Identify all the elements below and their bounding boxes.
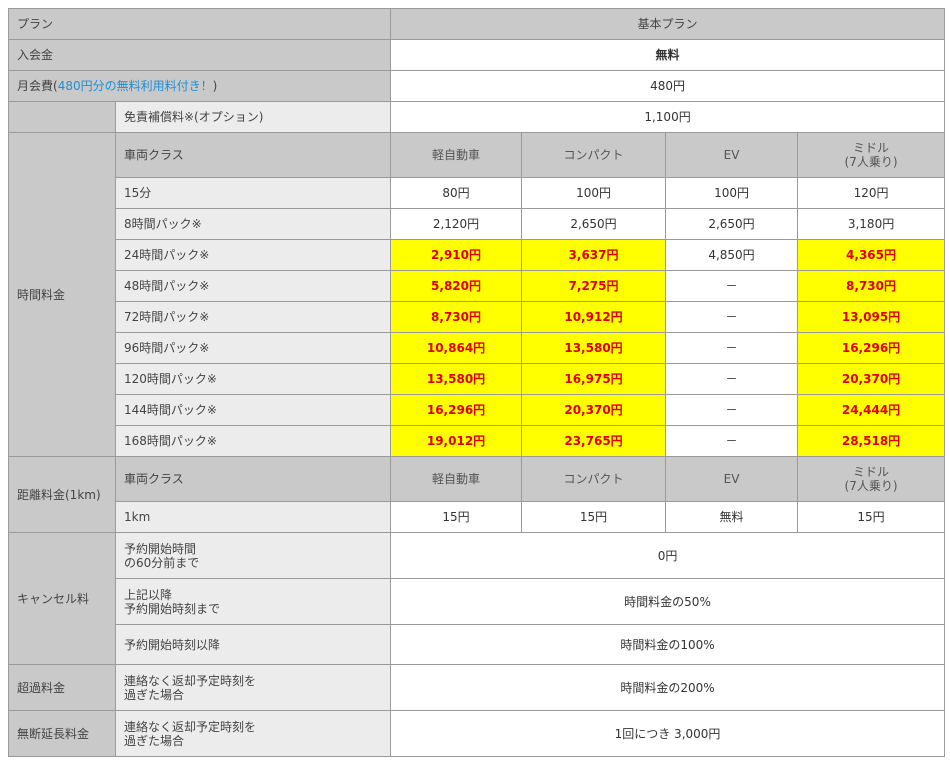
highlighted-price-cell: 10,864円	[390, 332, 523, 364]
overtime-condition: 連絡なく返却予定時刻を 過ぎた場合	[114, 664, 392, 711]
row-label: 1km	[114, 501, 392, 533]
cancel-value: 時間料金の50%	[390, 578, 946, 625]
table-row: 120時間パック※ 13,580円 16,975円 － 20,370円	[9, 363, 946, 395]
monthly-fee-value: 480円	[390, 70, 946, 102]
price-cell: 15円	[390, 501, 523, 533]
highlighted-price-cell: 7,275円	[521, 270, 667, 302]
highlighted-price-cell: 13,580円	[390, 363, 523, 395]
cancel-value: 時間料金の100%	[390, 624, 946, 665]
distance-class-ev: EV	[665, 456, 799, 502]
enrollment-fee-label: 入会金	[7, 39, 392, 71]
price-cell: 100円	[665, 177, 799, 209]
row-label: 8時間パック※	[114, 208, 392, 240]
highlighted-price-cell: 16,975円	[521, 363, 667, 395]
monthly-fee-free-credit: 480円分の無料利用料付き！	[57, 79, 213, 93]
price-cell: 無料	[665, 501, 799, 533]
highlighted-price-cell: 19,012円	[390, 425, 523, 457]
extension-condition: 連絡なく返却予定時刻を 過ぎた場合	[114, 710, 392, 757]
row-label: 48時間パック※	[114, 270, 392, 302]
price-cell: 3,180円	[797, 208, 946, 240]
highlighted-price-cell: 28,518円	[797, 425, 946, 457]
insurance-value: 1,100円	[390, 101, 946, 133]
table-row: 48時間パック※ 5,820円 7,275円 － 8,730円	[9, 270, 946, 302]
price-cell: 15円	[521, 501, 667, 533]
extension-fee-section: 無断延長料金	[8, 710, 116, 757]
row-label: 72時間パック※	[114, 301, 392, 333]
overtime-fee-section: 超過料金	[8, 664, 116, 711]
row-label: 96時間パック※	[114, 332, 392, 364]
highlighted-price-cell: 13,580円	[521, 332, 667, 364]
distance-class-label: 車両クラス	[114, 456, 392, 502]
price-cell: －	[665, 425, 799, 457]
price-cell: －	[665, 332, 799, 364]
highlighted-price-cell: 24,444円	[797, 394, 946, 426]
monthly-fee-label-pre: 月会費(	[17, 79, 58, 93]
insurance-section	[8, 101, 116, 133]
price-cell: 2,650円	[665, 208, 799, 240]
enrollment-fee-value: 無料	[390, 39, 946, 71]
price-cell: 100円	[521, 177, 667, 209]
table-row: 168時間パック※ 19,012円 23,765円 － 28,518円	[9, 425, 946, 457]
highlighted-price-cell: 4,365円	[797, 239, 946, 271]
highlighted-price-cell: 5,820円	[390, 270, 523, 302]
price-cell: －	[665, 363, 799, 395]
price-cell: 15円	[797, 501, 946, 533]
cancel-value: 0円	[390, 532, 946, 579]
table-row: 1km 15円 15円 無料 15円	[9, 501, 946, 533]
distance-class-kei: 軽自動車	[390, 456, 523, 502]
cancel-condition: 上記以降 予約開始時刻まで	[114, 578, 392, 625]
time-class-kei: 軽自動車	[390, 132, 523, 178]
time-fee-section: 時間料金	[8, 132, 116, 457]
highlighted-price-cell: 20,370円	[797, 363, 946, 395]
highlighted-price-cell: 16,296円	[797, 332, 946, 364]
price-cell: 2,120円	[390, 208, 523, 240]
row-label: 144時間パック※	[114, 394, 392, 426]
price-cell: 4,850円	[665, 239, 799, 271]
highlighted-price-cell: 16,296円	[390, 394, 523, 426]
highlighted-price-cell: 20,370円	[521, 394, 667, 426]
basic-plan-header: 基本プラン	[390, 8, 946, 40]
overtime-value: 時間料金の200%	[390, 664, 946, 711]
time-class-compact: コンパクト	[521, 132, 667, 178]
table-row: 24時間パック※ 2,910円 3,637円 4,850円 4,365円	[9, 239, 946, 271]
time-class-ev: EV	[665, 132, 799, 178]
table-row: 96時間パック※ 10,864円 13,580円 － 16,296円	[9, 332, 946, 364]
time-class-middle: ミドル (7人乗り)	[797, 132, 946, 178]
row-label: 24時間パック※	[114, 239, 392, 271]
table-row: 15分 80円 100円 100円 120円	[9, 177, 946, 209]
highlighted-price-cell: 8,730円	[797, 270, 946, 302]
row-label: 15分	[114, 177, 392, 209]
distance-class-compact: コンパクト	[521, 456, 667, 502]
row-label: 168時間パック※	[114, 425, 392, 457]
table-row: 144時間パック※ 16,296円 20,370円 － 24,444円	[9, 394, 946, 426]
cancel-condition: 予約開始時刻以降	[114, 624, 392, 665]
price-cell: 80円	[390, 177, 523, 209]
insurance-label: 免責補償料※(オプション)	[114, 101, 392, 133]
price-cell: 2,650円	[521, 208, 667, 240]
table-row: 8時間パック※ 2,120円 2,650円 2,650円 3,180円	[9, 208, 946, 240]
highlighted-price-cell: 10,912円	[521, 301, 667, 333]
highlighted-price-cell: 8,730円	[390, 301, 523, 333]
pricing-table: プラン 基本プラン 入会金 無料 月会費(480円分の無料利用料付き！) 480…	[7, 8, 946, 757]
cancel-fee-section: キャンセル料	[8, 532, 116, 665]
price-cell: －	[665, 301, 799, 333]
row-label: 120時間パック※	[114, 363, 392, 395]
cancel-condition: 予約開始時間 の60分前まで	[114, 532, 392, 579]
highlighted-price-cell: 3,637円	[521, 239, 667, 271]
price-cell: －	[665, 270, 799, 302]
table-row: 72時間パック※ 8,730円 10,912円 － 13,095円	[9, 301, 946, 333]
plan-header: プラン	[7, 8, 392, 40]
monthly-fee-label-post: )	[212, 79, 218, 93]
price-cell: 120円	[797, 177, 946, 209]
price-cell: －	[665, 394, 799, 426]
extension-value: 1回につき 3,000円	[390, 710, 946, 757]
distance-class-middle: ミドル (7人乗り)	[797, 456, 946, 502]
highlighted-price-cell: 13,095円	[797, 301, 946, 333]
highlighted-price-cell: 2,910円	[390, 239, 523, 271]
time-class-label: 車両クラス	[114, 132, 392, 178]
highlighted-price-cell: 23,765円	[521, 425, 667, 457]
distance-fee-section: 距離料金(1km)	[8, 456, 116, 533]
monthly-fee-label: 月会費(480円分の無料利用料付き！)	[7, 70, 392, 102]
